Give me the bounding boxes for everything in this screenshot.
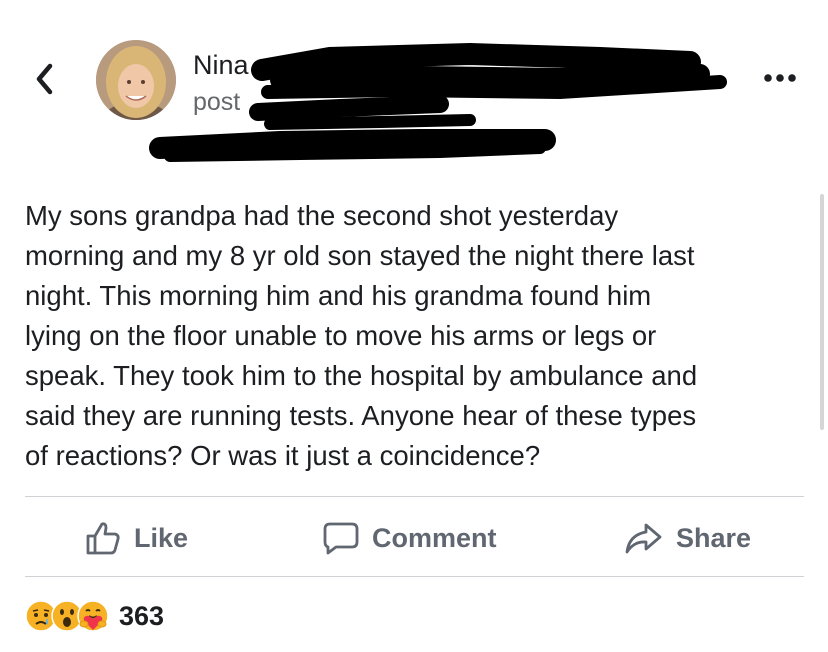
profile-photo: [96, 40, 176, 120]
divider: [25, 496, 804, 497]
post-line: morning and my 8 yr old son stayed the n…: [25, 240, 695, 271]
scrollbar[interactable]: [820, 194, 824, 430]
post-line: of reactions? Or was it just a coinciden…: [25, 440, 541, 471]
like-label: Like: [134, 522, 189, 553]
post-line: lying on the floor unable to move his ar…: [25, 320, 657, 351]
avatar[interactable]: [96, 40, 176, 120]
post-line: speak. They took him to the hospital by …: [25, 360, 698, 391]
more-options-icon: [764, 74, 796, 82]
thumbs-up-icon: [86, 522, 120, 555]
more-options-button[interactable]: [760, 68, 800, 88]
author-name[interactable]: Nina: [193, 50, 249, 81]
reaction-count: 363: [119, 600, 165, 631]
post-line: My sons grandpa had the second shot yest…: [25, 200, 619, 231]
speech-bubble-icon: [323, 522, 359, 555]
comment-button[interactable]: Comment: [322, 512, 497, 564]
share-arrow-icon: [625, 523, 662, 554]
reactions-summary[interactable]: 363: [25, 600, 164, 632]
care-reaction-icon: [77, 600, 109, 632]
comment-label: Comment: [372, 522, 497, 553]
post-subtitle: post: [193, 88, 241, 116]
chevron-left-icon: [36, 63, 53, 95]
back-button[interactable]: [30, 60, 62, 98]
like-button[interactable]: Like: [84, 512, 188, 564]
post-line: said they are running tests. Anyone hear…: [25, 400, 697, 431]
post-body: My sons grandpa had the second shot yest…: [25, 196, 815, 476]
share-label: Share: [676, 522, 752, 553]
post-line: night. This morning him and his grandma …: [25, 280, 652, 311]
divider: [25, 576, 804, 577]
share-button[interactable]: Share: [624, 512, 751, 564]
